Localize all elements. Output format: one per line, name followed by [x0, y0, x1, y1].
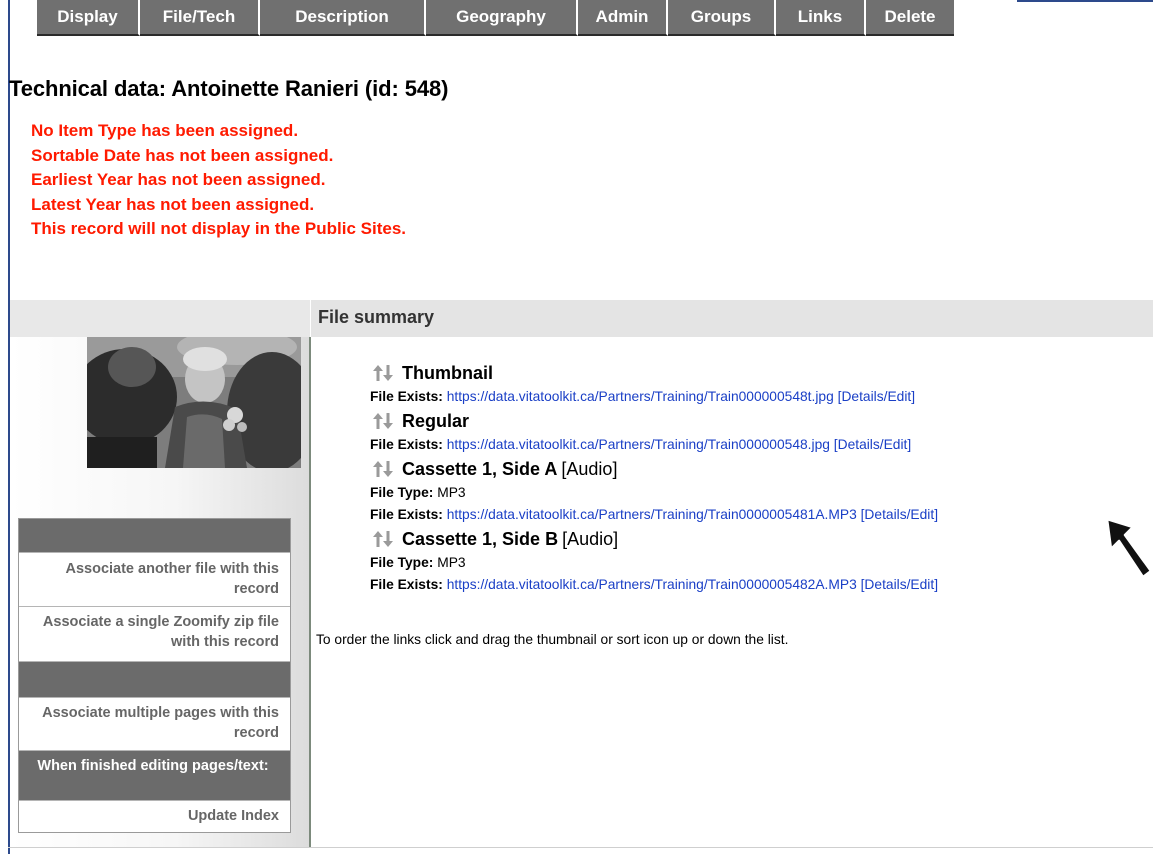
mouse-cursor-icon — [1105, 517, 1153, 579]
associate-zoomify-link[interactable]: Associate a single Zoomify zip file with… — [19, 606, 290, 661]
file-type-label: File Type: — [370, 485, 434, 500]
file-exists-label: File Exists: — [370, 437, 443, 452]
file-item-regular: Regular File Exists: https://data.vitato… — [370, 408, 1150, 456]
sort-icon[interactable] — [370, 411, 396, 431]
tab-delete[interactable]: Delete — [866, 0, 954, 36]
warning-item-type: No Item Type has been assigned. — [31, 121, 299, 140]
update-index-link[interactable]: Update Index — [19, 800, 290, 832]
side-menu-spacer — [19, 519, 290, 552]
file-exists-label: File Exists: — [370, 577, 443, 592]
file-name: Regular — [402, 410, 470, 431]
page-title: Technical data: Antoinette Ranieri (id: … — [9, 76, 449, 101]
page-frame-bottom — [8, 847, 1153, 848]
file-type-value: MP3 — [437, 555, 466, 570]
file-url-link[interactable]: https://data.vitatoolkit.ca/Partners/Tra… — [447, 389, 834, 404]
file-summary-header — [311, 300, 1153, 337]
associate-file-link[interactable]: Associate another file with this record — [19, 552, 290, 606]
warning-sortable-date: Sortable Date has not been assigned. — [31, 145, 334, 165]
warning-latest-year: Latest Year has not been assigned. — [31, 194, 315, 214]
file-name: Thumbnail — [402, 362, 493, 383]
warning-list: No Item Type has been assigned. Sortable… — [31, 119, 406, 242]
file-name: Cassette 1, Side A — [402, 458, 558, 479]
page-frame-top — [1017, 0, 1153, 2]
side-menu-spacer-2 — [19, 661, 290, 697]
panel-divider — [309, 337, 311, 847]
warning-public-sites: This record will not display in the Publ… — [31, 219, 407, 238]
left-panel-header — [10, 300, 310, 337]
tab-bar: Display File/Tech Description Geography … — [37, 0, 954, 36]
file-name: Cassette 1, Side B — [402, 528, 559, 549]
sort-icon[interactable] — [370, 529, 396, 549]
sort-icon[interactable] — [370, 459, 396, 479]
order-instructions: To order the links click and drag the th… — [316, 632, 789, 647]
file-type-label: File Type: — [370, 555, 434, 570]
file-type-value: MP3 — [437, 485, 466, 500]
file-item-cassette-side-b: Cassette 1, Side B [Audio] File Type: MP… — [370, 526, 1150, 596]
tab-groups[interactable]: Groups — [668, 0, 776, 36]
thumbnail-photo — [87, 337, 301, 468]
file-url-link[interactable]: https://data.vitatoolkit.ca/Partners/Tra… — [447, 437, 830, 452]
file-exists-label: File Exists: — [370, 389, 443, 404]
file-item-thumbnail: Thumbnail File Exists: https://data.vita… — [370, 360, 1150, 408]
details-edit-link[interactable]: [Details/Edit] — [838, 389, 915, 404]
file-kind: [Audio] — [561, 458, 618, 479]
tab-description[interactable]: Description — [260, 0, 426, 36]
tab-file-tech[interactable]: File/Tech — [140, 0, 260, 36]
warning-earliest-year: Earliest Year has not been assigned. — [31, 170, 326, 189]
finished-editing-label: When finished editing pages/text: — [19, 750, 290, 800]
file-list: Thumbnail File Exists: https://data.vita… — [370, 360, 1150, 596]
file-url-link[interactable]: https://data.vitatoolkit.ca/Partners/Tra… — [447, 507, 857, 522]
tab-geography[interactable]: Geography — [426, 0, 578, 36]
details-edit-link[interactable]: [Details/Edit] — [861, 577, 938, 592]
side-menu: Associate another file with this record … — [18, 518, 291, 833]
file-exists-label: File Exists: — [370, 507, 443, 522]
tab-display[interactable]: Display — [37, 0, 140, 36]
record-thumbnail[interactable] — [87, 337, 301, 468]
details-edit-link[interactable]: [Details/Edit] — [861, 507, 938, 522]
tab-links[interactable]: Links — [776, 0, 866, 36]
details-edit-link[interactable]: [Details/Edit] — [834, 437, 911, 452]
associate-pages-link[interactable]: Associate multiple pages with this recor… — [19, 697, 290, 750]
file-summary-title: File summary — [318, 307, 435, 327]
file-url-link[interactable]: https://data.vitatoolkit.ca/Partners/Tra… — [447, 577, 857, 592]
sort-icon[interactable] — [370, 363, 396, 383]
file-item-cassette-side-a: Cassette 1, Side A [Audio] File Type: MP… — [370, 456, 1150, 526]
file-kind: [Audio] — [562, 528, 619, 549]
tab-admin[interactable]: Admin — [578, 0, 668, 36]
